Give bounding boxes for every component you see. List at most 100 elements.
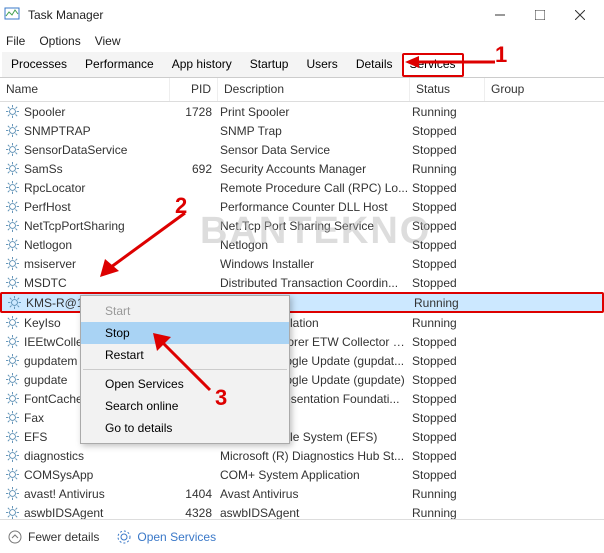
gear-icon bbox=[6, 392, 20, 405]
service-status: Stopped bbox=[410, 449, 485, 463]
service-name: RpcLocator bbox=[24, 181, 170, 195]
service-pid: 1404 bbox=[170, 487, 218, 501]
ctx-open-services[interactable]: Open Services bbox=[81, 373, 289, 395]
service-pid: 4328 bbox=[170, 506, 218, 520]
table-row[interactable]: RpcLocator Remote Procedure Call (RPC) Lo… bbox=[0, 178, 604, 197]
menubar: File Options View bbox=[0, 30, 604, 52]
maximize-button[interactable] bbox=[520, 1, 560, 29]
fewer-details-link[interactable]: Fewer details bbox=[8, 530, 99, 544]
tabs: Processes Performance App history Startu… bbox=[0, 52, 604, 78]
service-name: NetTcpPortSharing bbox=[24, 219, 170, 233]
table-row[interactable]: Spooler1728Print SpoolerRunning bbox=[0, 102, 604, 121]
gear-icon bbox=[6, 449, 20, 462]
gear-icon bbox=[8, 296, 22, 309]
col-status[interactable]: Status bbox=[410, 78, 485, 101]
gear-icon bbox=[6, 200, 20, 213]
tab-users[interactable]: Users bbox=[297, 52, 346, 77]
gear-icon bbox=[6, 373, 20, 386]
gear-icon bbox=[6, 335, 20, 348]
gear-icon bbox=[6, 238, 20, 251]
gear-icon bbox=[6, 276, 20, 289]
table-row[interactable]: NetTcpPortSharingNet.Tcp Port Sharing Se… bbox=[0, 216, 604, 235]
col-desc[interactable]: Description bbox=[218, 78, 410, 101]
col-pid[interactable]: PID bbox=[170, 78, 218, 101]
service-status: Stopped bbox=[410, 124, 485, 138]
gear-icon bbox=[6, 430, 20, 443]
service-desc: Print Spooler bbox=[218, 105, 410, 119]
service-desc: Remote Procedure Call (RPC) Lo... bbox=[218, 181, 410, 195]
service-status: Stopped bbox=[410, 276, 485, 290]
gear-icon bbox=[117, 530, 131, 544]
ctx-separator bbox=[83, 369, 287, 370]
col-group[interactable]: Group bbox=[485, 78, 545, 101]
tab-details[interactable]: Details bbox=[347, 52, 402, 77]
service-pid: 692 bbox=[170, 162, 218, 176]
service-desc: aswbIDSAgent bbox=[218, 506, 410, 520]
table-row[interactable]: msiserverWindows InstallerStopped bbox=[0, 254, 604, 273]
ctx-stop[interactable]: Stop bbox=[81, 322, 289, 344]
service-status: Stopped bbox=[410, 392, 485, 406]
service-status: Stopped bbox=[410, 354, 485, 368]
table-row[interactable]: PerfHostPerformance Counter DLL HostStop… bbox=[0, 197, 604, 216]
table-row[interactable]: SensorDataServiceSensor Data ServiceStop… bbox=[0, 140, 604, 159]
service-name: COMSysApp bbox=[24, 468, 170, 482]
footer: Fewer details Open Services bbox=[0, 519, 604, 553]
gear-icon bbox=[6, 181, 20, 194]
service-name: MSDTC bbox=[24, 276, 170, 290]
table-row[interactable]: NetlogonNetlogonStopped bbox=[0, 235, 604, 254]
ctx-search-online[interactable]: Search online bbox=[81, 395, 289, 417]
window-title: Task Manager bbox=[28, 8, 480, 22]
service-desc: Windows Installer bbox=[218, 257, 410, 271]
ctx-go-to-details[interactable]: Go to details bbox=[81, 417, 289, 439]
service-status: Stopped bbox=[410, 335, 485, 349]
gear-icon bbox=[6, 354, 20, 367]
ctx-restart[interactable]: Restart bbox=[81, 344, 289, 366]
menu-file[interactable]: File bbox=[6, 34, 25, 48]
tab-app-history[interactable]: App history bbox=[163, 52, 241, 77]
gear-icon bbox=[6, 162, 20, 175]
table-row[interactable]: diagnosticsMicrosoft (R) Diagnostics Hub… bbox=[0, 446, 604, 465]
service-status: Running bbox=[410, 162, 485, 176]
minimize-button[interactable] bbox=[480, 1, 520, 29]
service-name: SamSs bbox=[24, 162, 170, 176]
service-name: diagnostics bbox=[24, 449, 170, 463]
service-pid: 1728 bbox=[170, 105, 218, 119]
service-name: avast! Antivirus bbox=[24, 487, 170, 501]
table-row[interactable]: COMSysAppCOM+ System ApplicationStopped bbox=[0, 465, 604, 484]
gear-icon bbox=[6, 487, 20, 500]
service-status: Stopped bbox=[410, 238, 485, 252]
service-status: Stopped bbox=[410, 181, 485, 195]
service-status: Stopped bbox=[410, 468, 485, 482]
table-row[interactable]: SNMPTRAPSNMP TrapStopped bbox=[0, 121, 604, 140]
table-row[interactable]: MSDTCDistributed Transaction Coordin...S… bbox=[0, 273, 604, 292]
service-status: Stopped bbox=[410, 200, 485, 214]
gear-icon bbox=[6, 468, 20, 481]
tab-processes[interactable]: Processes bbox=[2, 52, 76, 77]
gear-icon bbox=[6, 219, 20, 232]
service-status: Running bbox=[412, 296, 487, 310]
app-icon bbox=[4, 6, 22, 24]
service-status: Stopped bbox=[410, 411, 485, 425]
service-status: Stopped bbox=[410, 257, 485, 271]
tab-startup[interactable]: Startup bbox=[241, 52, 298, 77]
close-button[interactable] bbox=[560, 1, 600, 29]
tab-services[interactable]: Services bbox=[402, 53, 464, 77]
chevron-up-icon bbox=[8, 530, 22, 544]
service-status: Running bbox=[410, 105, 485, 119]
service-name: Spooler bbox=[24, 105, 170, 119]
menu-options[interactable]: Options bbox=[39, 34, 80, 48]
gear-icon bbox=[6, 506, 20, 519]
menu-view[interactable]: View bbox=[95, 34, 121, 48]
gear-icon bbox=[6, 105, 20, 118]
window-controls bbox=[480, 1, 600, 29]
col-name[interactable]: Name bbox=[0, 78, 170, 101]
table-row[interactable]: SamSs692Security Accounts ManagerRunning bbox=[0, 159, 604, 178]
tab-performance[interactable]: Performance bbox=[76, 52, 163, 77]
service-status: Stopped bbox=[410, 219, 485, 233]
service-status: Stopped bbox=[410, 430, 485, 444]
service-desc: Security Accounts Manager bbox=[218, 162, 410, 176]
table-row[interactable]: avast! Antivirus1404Avast AntivirusRunni… bbox=[0, 484, 604, 503]
service-desc: Avast Antivirus bbox=[218, 487, 410, 501]
context-menu: Start Stop Restart Open Services Search … bbox=[80, 295, 290, 444]
open-services-link[interactable]: Open Services bbox=[117, 530, 216, 544]
